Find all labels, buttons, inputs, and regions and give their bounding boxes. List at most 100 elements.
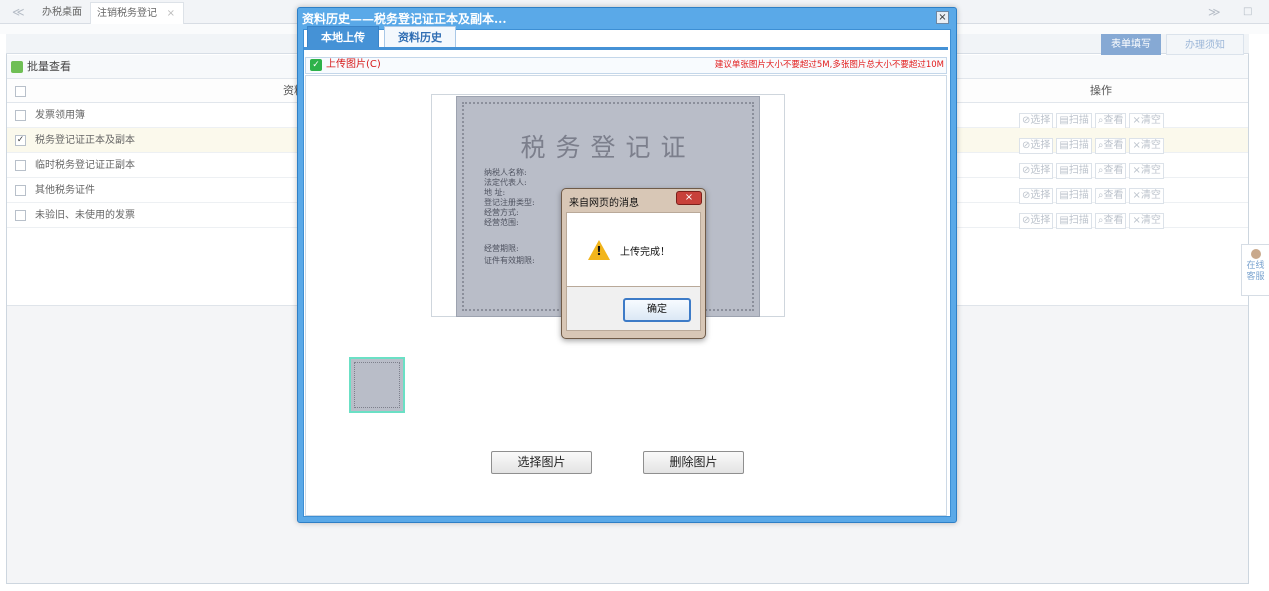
view-button-label: 查看 bbox=[1103, 165, 1124, 176]
certificate-field: 纳税人名称: bbox=[484, 168, 527, 177]
clear-button[interactable]: ×清空 bbox=[1129, 113, 1164, 129]
clear-button[interactable]: ×清空 bbox=[1129, 163, 1164, 179]
window-menu-icon[interactable]: □ bbox=[1243, 0, 1252, 24]
dialog-close-icon[interactable]: × bbox=[936, 11, 949, 24]
clear-icon: × bbox=[1132, 165, 1141, 176]
row-label: 税务登记证正本及副本 bbox=[35, 135, 135, 146]
clear-icon: × bbox=[1132, 215, 1141, 226]
online-service-line2: 客服 bbox=[1246, 272, 1265, 282]
view-button[interactable]: ⌕查看 bbox=[1094, 113, 1127, 129]
scroll-tabs-left-icon[interactable]: ≪ bbox=[12, 0, 25, 24]
view-button[interactable]: ⌕查看 bbox=[1094, 188, 1127, 204]
scan-button-label: 扫描 bbox=[1068, 140, 1089, 151]
scan-button[interactable]: ▤扫描 bbox=[1056, 113, 1092, 129]
select-button-label: 选择 bbox=[1030, 140, 1051, 151]
message-text: 上传完成！ bbox=[620, 247, 670, 258]
scan-icon: ▤ bbox=[1059, 115, 1069, 126]
row-actions: ⊘选择 ▤扫描 ⌕查看 ×清空 bbox=[1019, 207, 1167, 229]
scan-button[interactable]: ▤扫描 bbox=[1056, 188, 1092, 204]
select-button[interactable]: ⊘选择 bbox=[1019, 138, 1054, 154]
select-button-label: 选择 bbox=[1030, 165, 1051, 176]
scan-button[interactable]: ▤扫描 bbox=[1056, 213, 1092, 229]
certificate-title: 税务登记证 bbox=[520, 133, 696, 162]
clear-button[interactable]: ×清空 bbox=[1129, 188, 1164, 204]
batch-view-label: 批量查看 bbox=[27, 60, 71, 73]
online-service-widget[interactable]: 在线 客服 bbox=[1241, 244, 1269, 296]
row-checkbox[interactable] bbox=[15, 110, 26, 121]
select-button[interactable]: ⊘选择 bbox=[1019, 113, 1054, 129]
select-button[interactable]: ⊘选择 bbox=[1019, 213, 1054, 229]
clear-button-label: 清空 bbox=[1140, 190, 1161, 201]
view-button[interactable]: ⌕查看 bbox=[1094, 138, 1127, 154]
close-tab-icon[interactable]: × bbox=[167, 3, 175, 25]
delete-image-button[interactable]: 删除图片 bbox=[643, 451, 744, 474]
support-agent-icon bbox=[1250, 249, 1261, 259]
warning-mark: ! bbox=[596, 244, 602, 258]
select-button[interactable]: ⊘选择 bbox=[1019, 188, 1054, 204]
row-label: 未验旧、未使用的发票 bbox=[35, 210, 135, 221]
select-button[interactable]: ⊘选择 bbox=[1019, 163, 1054, 179]
upload-size-hint: 建议单张图片大小不要超过5M,多张图片总大小不要超过10M bbox=[714, 60, 944, 70]
select-all-checkbox[interactable] bbox=[15, 86, 26, 97]
scan-icon: ▤ bbox=[1059, 215, 1069, 226]
clear-icon: × bbox=[1132, 115, 1141, 126]
upload-check-icon: ✓ bbox=[310, 59, 322, 71]
message-box-title: 来自网页的消息 bbox=[569, 198, 639, 209]
tab-guide[interactable]: 办理须知 bbox=[1166, 34, 1244, 55]
row-checkbox[interactable]: ✓ bbox=[15, 135, 26, 146]
view-button-label: 查看 bbox=[1103, 140, 1124, 151]
ok-button[interactable]: 确定 bbox=[623, 298, 691, 322]
certificate-field: 地 址: bbox=[484, 188, 506, 197]
scan-button[interactable]: ▤扫描 bbox=[1056, 163, 1092, 179]
batch-view-icon bbox=[11, 61, 23, 73]
select-image-button[interactable]: 选择图片 bbox=[491, 451, 592, 474]
tab-fill-form[interactable]: 表单填写 bbox=[1101, 34, 1161, 55]
view-button-label: 查看 bbox=[1103, 215, 1124, 226]
scan-icon: ▤ bbox=[1059, 165, 1069, 176]
certificate-field: 证件有效期限: bbox=[484, 256, 535, 265]
row-checkbox[interactable] bbox=[15, 185, 26, 196]
scroll-tabs-right-icon[interactable]: ≫ bbox=[1208, 0, 1221, 24]
select-button-label: 选择 bbox=[1030, 190, 1051, 201]
scan-button-label: 扫描 bbox=[1068, 115, 1089, 126]
view-button-label: 查看 bbox=[1103, 115, 1124, 126]
upload-image-link[interactable]: 上传图片(C) bbox=[326, 58, 381, 72]
scan-icon: ▤ bbox=[1059, 140, 1069, 151]
scan-button-label: 扫描 bbox=[1068, 215, 1089, 226]
row-actions: ⊘选择 ▤扫描 ⌕查看 ×清空 bbox=[1019, 107, 1167, 129]
view-button-label: 查看 bbox=[1103, 190, 1124, 201]
certificate-field: 经营方式: bbox=[484, 208, 519, 217]
clear-button[interactable]: ×清空 bbox=[1129, 213, 1164, 229]
message-close-icon[interactable]: × bbox=[676, 191, 702, 205]
clear-button-label: 清空 bbox=[1140, 115, 1161, 126]
tab-deregistration[interactable]: 注销税务登记 × bbox=[90, 2, 184, 24]
clear-icon: × bbox=[1132, 140, 1141, 151]
scan-button[interactable]: ▤扫描 bbox=[1056, 138, 1092, 154]
clear-button-label: 清空 bbox=[1140, 165, 1161, 176]
tab-tax-desktop[interactable]: 办税桌面 bbox=[36, 2, 88, 24]
certificate-field: 经营范围: bbox=[484, 218, 519, 227]
view-button[interactable]: ⌕查看 bbox=[1094, 163, 1127, 179]
row-checkbox[interactable] bbox=[15, 160, 26, 171]
clear-button[interactable]: ×清空 bbox=[1129, 138, 1164, 154]
row-checkbox[interactable] bbox=[15, 210, 26, 221]
clear-button-label: 清空 bbox=[1140, 215, 1161, 226]
clear-icon: × bbox=[1132, 190, 1141, 201]
tab-deregistration-label: 注销税务登记 bbox=[97, 8, 157, 19]
tab-local-upload[interactable]: 本地上传 bbox=[307, 26, 379, 48]
certificate-field: 登记注册类型: bbox=[484, 198, 535, 207]
certificate-field: 经营期限: bbox=[484, 244, 519, 253]
row-label: 其他税务证件 bbox=[35, 185, 95, 196]
dialog-title: 资料历史——税务登记证正本及副本... bbox=[302, 12, 507, 26]
tab-history[interactable]: 资料历史 bbox=[384, 26, 456, 48]
row-actions: ⊘选择 ▤扫描 ⌕查看 ×清空 bbox=[1019, 182, 1167, 204]
select-button-label: 选择 bbox=[1030, 215, 1051, 226]
clear-button-label: 清空 bbox=[1140, 140, 1161, 151]
column-header-ops: 操作 bbox=[1090, 84, 1112, 97]
scan-button-label: 扫描 bbox=[1068, 165, 1089, 176]
online-service-line1: 在线 bbox=[1246, 261, 1265, 271]
view-button[interactable]: ⌕查看 bbox=[1094, 213, 1127, 229]
row-label: 发票领用簿 bbox=[35, 110, 85, 121]
scan-icon: ▤ bbox=[1059, 190, 1069, 201]
scan-button-label: 扫描 bbox=[1068, 190, 1089, 201]
